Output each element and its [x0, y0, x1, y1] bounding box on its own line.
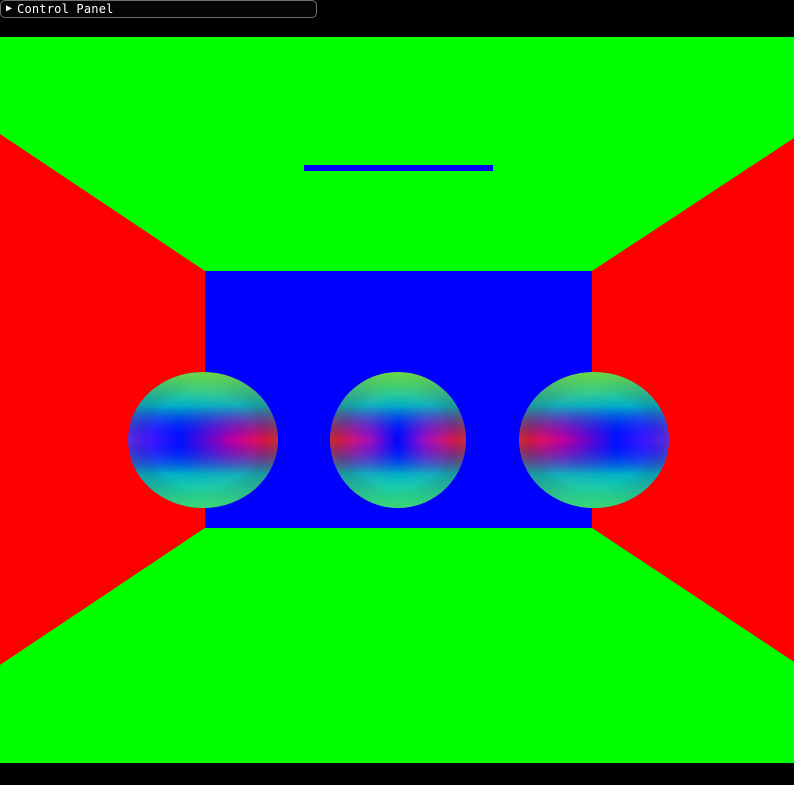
control-panel-header[interactable]: ▶ Control Panel [0, 0, 317, 18]
top-bar: ▶ Control Panel [0, 0, 794, 37]
sphere-left [128, 372, 278, 508]
sphere-center [330, 372, 466, 508]
render-viewport[interactable] [0, 37, 794, 763]
sphere-right [519, 372, 669, 508]
ceiling-light [304, 165, 493, 171]
control-panel-title: Control Panel [17, 2, 114, 16]
triangle-right-icon[interactable]: ▶ [6, 4, 12, 14]
bottom-bar [0, 763, 794, 785]
